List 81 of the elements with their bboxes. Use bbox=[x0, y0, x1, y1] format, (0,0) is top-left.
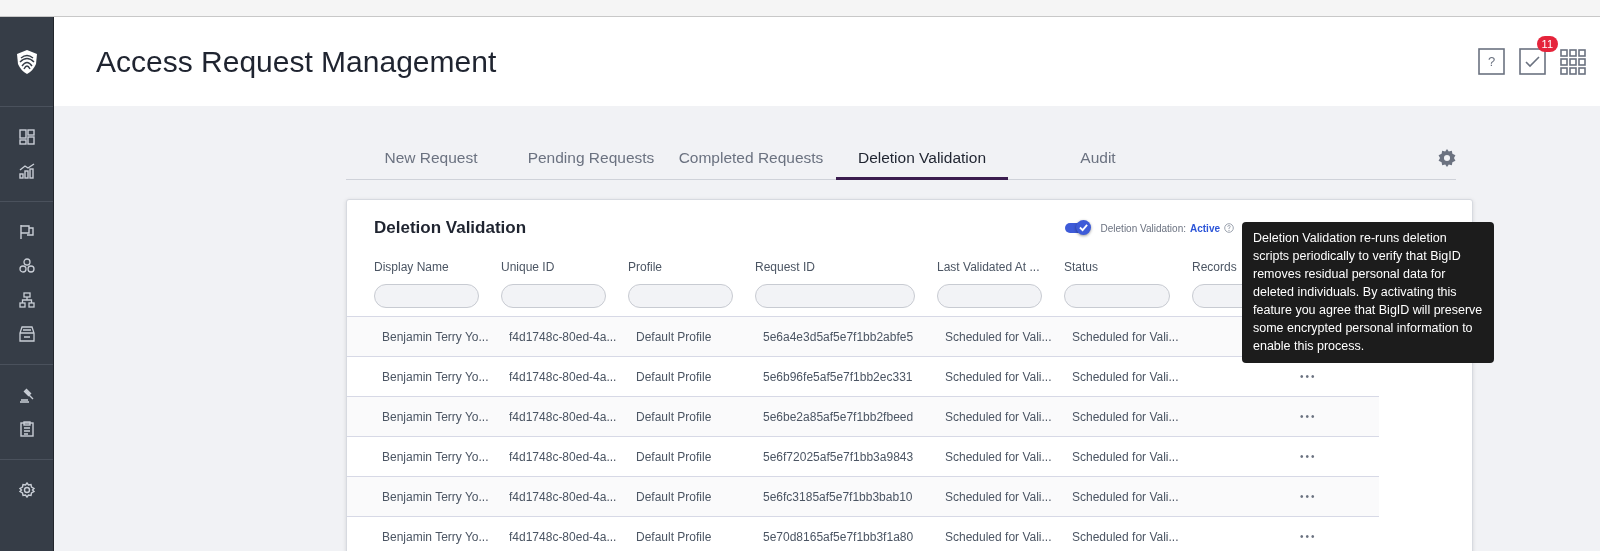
table-cell-text: Scheduled for Vali... bbox=[944, 369, 1053, 384]
table-cell-text: Benjamin Terry Yo... bbox=[381, 409, 490, 424]
table-cell-text: Benjamin Terry Yo... bbox=[381, 329, 490, 344]
table-cell-text: Scheduled for Vali... bbox=[1071, 409, 1180, 424]
table-cell-text: f4d1748c-80ed-4a... bbox=[508, 529, 618, 544]
table-cell-text: Default Profile bbox=[635, 449, 713, 464]
table-cell-text: Scheduled for Vali... bbox=[944, 489, 1053, 504]
table-cell-text: 5e6fc3185af5e7f1bb3bab10 bbox=[762, 489, 914, 504]
apps-grid-icon[interactable] bbox=[1560, 48, 1586, 75]
table-cell-text: f4d1748c-80ed-4a... bbox=[508, 449, 618, 464]
table-cell-text: Default Profile bbox=[635, 489, 713, 504]
toggle-switch[interactable] bbox=[1064, 223, 1089, 233]
table-cell-text: Default Profile bbox=[635, 369, 713, 384]
notification-badge: 11 bbox=[1536, 36, 1558, 52]
flag-icon[interactable] bbox=[18, 224, 35, 240]
circles-icon[interactable] bbox=[18, 258, 35, 274]
help-icon[interactable]: ? bbox=[1478, 48, 1505, 75]
column-header[interactable]: Last Validated At ... bbox=[937, 260, 1040, 274]
table-cell-text: Scheduled for Vali... bbox=[944, 529, 1053, 544]
card-title: Deletion Validation bbox=[374, 218, 527, 238]
task-checkbox-icon[interactable] bbox=[1519, 48, 1546, 75]
filter-field[interactable] bbox=[501, 284, 606, 308]
table-cell-text: f4d1748c-80ed-4a... bbox=[508, 489, 618, 504]
table-cell-text: 5e70d8165af5e7f1bb3f1a80 bbox=[762, 529, 915, 544]
column-header[interactable]: Display Name bbox=[374, 260, 449, 274]
table-cell-text: Benjamin Terry Yo... bbox=[381, 449, 490, 464]
table-cell-text: 5e6a4e3d5af5e7f1bb2abfe5 bbox=[762, 329, 915, 344]
table-cell-text: Scheduled for Vali... bbox=[1071, 529, 1180, 544]
more-actions-button[interactable]: ••• bbox=[1300, 451, 1317, 462]
status-text: Active bbox=[1190, 222, 1220, 234]
column-header[interactable]: Records bbox=[1192, 260, 1237, 274]
more-actions-button[interactable]: ••• bbox=[1300, 411, 1317, 422]
hierarchy-icon[interactable] bbox=[18, 292, 35, 308]
table-cell-text: Scheduled for Vali... bbox=[1071, 449, 1180, 464]
page-title: Access Request Management bbox=[96, 44, 497, 79]
tab[interactable]: Audit bbox=[1008, 136, 1188, 180]
tab[interactable]: Completed Requests bbox=[666, 136, 836, 180]
table-cell-text: Default Profile bbox=[635, 529, 713, 544]
tooltip: Deletion Validation re-runs deletion scripts periodically to verify that BigID removes residual personal data for deleted individuals. By activating this feature you agree that BigID will preserve some encrypted personal information to enable this process. bbox=[1242, 222, 1494, 363]
table-cell-text: 5e6b96fe5af5e7f1bb2ec331 bbox=[762, 369, 914, 384]
settings-icon[interactable] bbox=[1438, 148, 1456, 167]
filter-field[interactable] bbox=[1064, 284, 1170, 308]
table-cell-text: 5e6be2a85af5e7f1bb2fbeed bbox=[762, 409, 915, 424]
table-cell-text: Scheduled for Vali... bbox=[1071, 329, 1180, 344]
settings-icon[interactable] bbox=[18, 482, 35, 498]
chart-icon[interactable] bbox=[18, 163, 35, 179]
table-cell-text: Benjamin Terry Yo... bbox=[381, 369, 490, 384]
clipboard-icon[interactable] bbox=[18, 421, 35, 437]
table-cell-text: Scheduled for Vali... bbox=[1071, 369, 1180, 384]
filter-field[interactable] bbox=[937, 284, 1042, 308]
toggle-label: Deletion Validation: bbox=[1100, 222, 1186, 234]
table-cell-text: Scheduled for Vali... bbox=[944, 329, 1053, 344]
column-header[interactable]: Status bbox=[1064, 260, 1099, 274]
more-actions-button[interactable]: ••• bbox=[1300, 371, 1317, 382]
table-cell-text: f4d1748c-80ed-4a... bbox=[508, 409, 618, 424]
table-cell-text: Scheduled for Vali... bbox=[944, 409, 1053, 424]
filter-field[interactable] bbox=[755, 284, 915, 308]
table-cell-text: Default Profile bbox=[635, 409, 713, 424]
table-cell-text: Scheduled for Vali... bbox=[1071, 489, 1180, 504]
table-cell-text: f4d1748c-80ed-4a... bbox=[508, 369, 618, 384]
table-cell-text: 5e6f72025af5e7f1bb3a9843 bbox=[762, 449, 915, 464]
gavel-icon[interactable] bbox=[18, 387, 35, 403]
check-icon bbox=[1078, 223, 1088, 232]
table-cell-text: Scheduled for Vali... bbox=[944, 449, 1053, 464]
table-cell-text: Benjamin Terry Yo... bbox=[381, 529, 490, 544]
tab[interactable]: Deletion Validation bbox=[836, 136, 1008, 180]
fingerprint-shield-icon[interactable] bbox=[14, 48, 39, 75]
more-actions-button[interactable]: ••• bbox=[1300, 531, 1317, 542]
dashboard-icon[interactable] bbox=[18, 129, 35, 145]
column-header[interactable]: Request ID bbox=[755, 260, 816, 274]
table-cell-text: Default Profile bbox=[635, 329, 713, 344]
tab[interactable]: New Request bbox=[346, 136, 516, 180]
column-header[interactable]: Unique ID bbox=[501, 260, 555, 274]
filter-field[interactable] bbox=[628, 284, 733, 308]
filter-field[interactable] bbox=[374, 284, 479, 308]
table-cell-text: f4d1748c-80ed-4a... bbox=[508, 329, 618, 344]
drawer-icon[interactable] bbox=[18, 326, 35, 342]
table-cell-text: Benjamin Terry Yo... bbox=[381, 489, 490, 504]
tab[interactable]: Pending Requests bbox=[516, 136, 666, 180]
column-header[interactable]: Profile bbox=[628, 260, 662, 274]
more-actions-button[interactable]: ••• bbox=[1300, 491, 1317, 502]
